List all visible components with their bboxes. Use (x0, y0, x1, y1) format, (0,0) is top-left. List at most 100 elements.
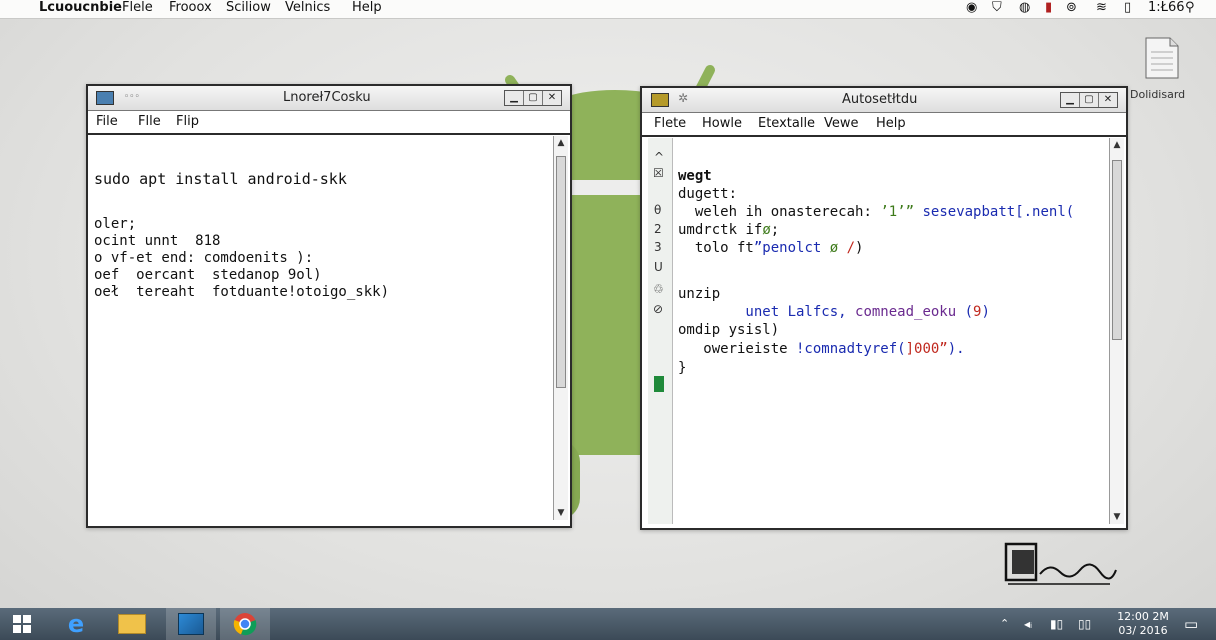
code-token: ”penolct (753, 240, 822, 256)
left-window-controls: ▁ ▢ ✕ (504, 90, 562, 106)
right-menu-vewe[interactable]: Vewe (824, 116, 859, 131)
terminal-line-4: oler; (94, 216, 137, 232)
close-button[interactable]: ✕ (1098, 93, 1117, 107)
window-app-icon (651, 93, 669, 107)
record-icon[interactable]: ◉ (966, 0, 977, 16)
right-menu-bar: Flete Howle Etextalle Vewe Help (642, 113, 1126, 137)
desktop-document-icon[interactable]: Dolidisard (1130, 36, 1192, 106)
code-token: Lalfcs, (787, 304, 856, 320)
scroll-thumb[interactable] (556, 156, 566, 388)
menu-help[interactable]: Help (352, 0, 382, 16)
right-window-controls: ▁ ▢ ✕ (1060, 92, 1118, 108)
gutter-marker: ♲ (653, 282, 664, 296)
code-line: wegt (678, 168, 712, 184)
close-button[interactable]: ✕ (542, 91, 561, 105)
action-center-icon[interactable]: ▭ (1184, 608, 1198, 640)
menu-file[interactable]: Flele (122, 0, 153, 16)
taskbar-terminal[interactable] (166, 608, 216, 640)
code-token: omdip (678, 322, 729, 338)
code-token: ). (947, 341, 965, 357)
code-token: ; (770, 222, 780, 238)
terminal-app-icon (178, 613, 204, 635)
code-token: weleh (678, 204, 738, 220)
right-menu-flete[interactable]: Flete (654, 116, 686, 131)
scroll-thumb[interactable] (1112, 160, 1122, 340)
search-icon[interactable]: ⚲ (1185, 0, 1195, 16)
code-line: owerieiste !comnadtyref(]000”). (678, 341, 965, 357)
tray-battery-icon[interactable]: ▯▯ (1078, 608, 1091, 640)
windows-logo-icon (13, 615, 31, 633)
code-token: [.nenl( (1015, 204, 1075, 220)
tray-chevron-icon[interactable]: ⌃ (1000, 608, 1009, 640)
left-titlebar[interactable]: ◦◦◦ Lnoreł7Cosku ▁ ▢ ✕ (88, 86, 570, 111)
battery-alert-icon[interactable]: ▮ (1045, 0, 1052, 16)
right-menu-help[interactable]: Help (876, 116, 906, 131)
start-button[interactable] (0, 608, 44, 640)
gutter-marker: 3 (654, 240, 662, 254)
gutter-marker: θ (654, 203, 662, 217)
code-token: ft (728, 240, 754, 256)
clock[interactable]: 12:00 2M 03/ 2016 (1108, 610, 1178, 638)
menu-frooox[interactable]: Frooox (169, 0, 212, 16)
scroll-up-arrow-icon[interactable]: ▲ (1110, 140, 1124, 150)
code-token: !comnadtyref( (787, 341, 906, 357)
scroll-down-arrow-icon[interactable]: ▼ (1110, 512, 1124, 522)
shield-icon[interactable]: ⛉ (992, 0, 1002, 16)
tray-network-icon[interactable]: ▮▯ (1050, 608, 1063, 640)
settings-icon[interactable]: ✲ (678, 91, 688, 105)
breakpoint-marker[interactable] (654, 376, 664, 392)
right-titlebar[interactable]: ✲ Autosetłtdu ▁ ▢ ✕ (642, 88, 1126, 113)
chrome-icon (233, 613, 257, 636)
maximize-button[interactable]: ▢ (1079, 93, 1098, 107)
editor-gutter: ^ ☒ θ 2 3 U ♲ ⊘ (648, 138, 673, 524)
right-scrollbar[interactable]: ▲ ▼ (1109, 138, 1124, 524)
right-editor-window[interactable]: ✲ Autosetłtdu ▁ ▢ ✕ Flete Howle Etextall… (640, 86, 1128, 530)
code-line: umdrctk ifø; (678, 222, 779, 238)
minimize-button[interactable]: ▁ (1061, 93, 1079, 107)
desktop-icon-label: Dolidisard (1130, 88, 1186, 101)
gutter-marker: ☒ (653, 166, 664, 180)
left-terminal-text[interactable]: sudo apt install android-skk oler; ocint… (94, 136, 544, 516)
right-menu-howle[interactable]: Howle (702, 116, 742, 131)
code-line: } (678, 360, 687, 376)
sync-icon[interactable]: ⊚ (1066, 0, 1077, 16)
left-menu-file[interactable]: File (96, 114, 118, 129)
left-menu-flip[interactable]: Flip (176, 114, 199, 129)
folder-icon (118, 614, 146, 634)
sketch-logo-icon (1004, 542, 1117, 585)
code-token: ) (981, 304, 990, 320)
editor-code-area[interactable]: wegt dugett: weleh ih onasterecah: ’1’” … (678, 138, 1108, 518)
location-icon[interactable]: ◍ (1019, 0, 1030, 16)
document-icon (1145, 37, 1179, 79)
menu-velnics[interactable]: Velnics (285, 0, 330, 16)
left-scrollbar[interactable]: ▲ ▼ (553, 136, 568, 520)
code-token: ’1’” (871, 204, 915, 220)
wifi-icon[interactable]: ≋ (1096, 0, 1107, 16)
taskbar-explorer[interactable] (110, 608, 154, 640)
scroll-down-arrow-icon[interactable]: ▼ (554, 508, 568, 518)
right-menu-etextalle[interactable]: Etextalle (758, 116, 815, 131)
menu-sciliow[interactable]: Sciliow (226, 0, 271, 16)
terminal-line-5: ocint unnt 818 (94, 233, 221, 249)
code-token: if (737, 222, 763, 238)
code-line: unzip (678, 286, 721, 302)
terminal-line-8: oeł tereaht fotduante!otoigo_skk) (94, 284, 390, 300)
tray-sound-icon[interactable]: ◂ᵢ (1024, 608, 1032, 640)
scroll-up-arrow-icon[interactable]: ▲ (554, 138, 568, 148)
code-token: sesevapbatt (914, 204, 1016, 220)
code-token: onasterecah: (770, 204, 872, 220)
window-app-icon (96, 91, 114, 105)
taskbar-ie[interactable]: e (54, 608, 98, 640)
code-token: ih (737, 204, 771, 220)
gutter-marker: ^ (654, 150, 665, 164)
code-token: ) (855, 240, 864, 256)
left-terminal-window[interactable]: ◦◦◦ Lnoreł7Cosku ▁ ▢ ✕ File Flle Flip su… (86, 84, 572, 528)
left-menu-flle[interactable]: Flle (138, 114, 161, 129)
minimize-button[interactable]: ▁ (505, 91, 523, 105)
flag-icon[interactable]: ▯ (1124, 0, 1131, 16)
system-menubar: Lcuoucnbie Flele Frooox Sciliow Velnics … (0, 0, 1216, 19)
maximize-button[interactable]: ▢ (523, 91, 542, 105)
app-menu[interactable]: Lcuoucnbie (39, 0, 122, 16)
taskbar-chrome[interactable] (220, 608, 270, 640)
code-line: unet Lalfcs, comnead_eoku (9) (678, 304, 990, 320)
